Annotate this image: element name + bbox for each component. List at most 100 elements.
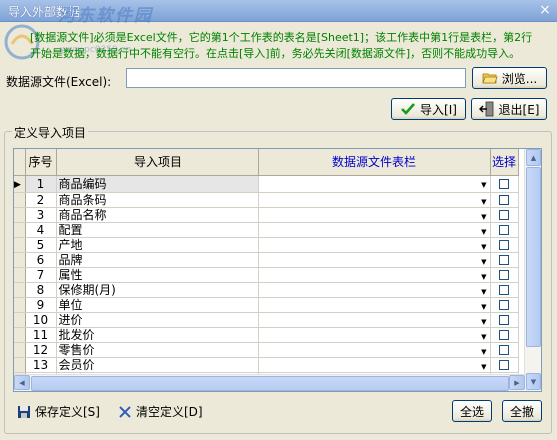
instruction-line-1: [数据源文件]必须是Excel文件，它的第1个工作表的表名是[Sheet1]；该… — [30, 31, 533, 44]
seq-column-header[interactable]: 序号 — [25, 149, 57, 176]
row-indicator — [14, 282, 26, 298]
scroll-right-icon[interactable]: ▶ — [509, 375, 525, 390]
row-seq: 9 — [25, 297, 57, 313]
select-all-button[interactable]: 全选 — [452, 400, 492, 422]
row-item: 商品编码 — [56, 175, 259, 193]
table-row[interactable]: 10 进价 ▼ — [14, 312, 519, 328]
row-source-select[interactable]: ▼ — [258, 252, 491, 268]
scroll-down-icon[interactable]: ▼ — [526, 373, 541, 390]
item-column-header[interactable]: 导入项目 — [56, 149, 259, 176]
table-row[interactable]: 8 保修期(月) ▼ — [14, 282, 519, 298]
source-file-label: 数据源文件(Excel): — [6, 75, 112, 89]
row-select-checkbox[interactable] — [499, 179, 509, 189]
row-select-checkbox[interactable] — [499, 210, 509, 220]
table-row[interactable]: 9 单位 ▼ — [14, 297, 519, 313]
table-row[interactable]: 7 属性 ▼ — [14, 267, 519, 283]
table-row[interactable]: 6 品牌 ▼ — [14, 252, 519, 268]
row-item: 会员价 — [56, 357, 259, 373]
row-select-checkbox[interactable] — [499, 255, 509, 265]
row-select-cell[interactable] — [490, 222, 519, 238]
table-row[interactable]: 2 商品条码 ▼ — [14, 192, 519, 208]
horizontal-scroll-thumb[interactable] — [31, 376, 509, 391]
row-item: 商品条码 — [56, 192, 259, 208]
clear-x-icon — [117, 404, 133, 420]
row-seq: 1 — [25, 175, 57, 193]
save-definition-button[interactable]: 保存定义[S] — [16, 403, 100, 420]
row-indicator — [14, 192, 26, 208]
row-select-checkbox[interactable] — [499, 225, 509, 235]
vertical-scrollbar[interactable]: ▲ ▼ — [524, 149, 541, 391]
row-select-cell[interactable] — [490, 192, 519, 208]
horizontal-scrollbar[interactable]: ◀ ▶ — [14, 374, 526, 391]
row-seq: 8 — [25, 282, 57, 298]
scroll-left-icon[interactable]: ◀ — [14, 375, 30, 390]
row-seq: 2 — [25, 192, 57, 208]
row-indicator — [14, 252, 26, 268]
row-select-checkbox[interactable] — [499, 195, 509, 205]
scroll-up-icon[interactable]: ▲ — [526, 149, 541, 166]
select-column-header[interactable]: 选择 — [490, 149, 519, 176]
row-source-select[interactable]: ▼ — [258, 312, 491, 328]
row-select-checkbox[interactable] — [499, 285, 509, 295]
row-indicator — [14, 312, 26, 328]
row-select-cell[interactable] — [490, 175, 519, 193]
row-source-select[interactable]: ▼ — [258, 297, 491, 313]
import-button[interactable]: 导入[I] — [391, 98, 466, 120]
row-select-cell[interactable] — [490, 207, 519, 223]
vertical-scroll-thumb[interactable] — [526, 167, 541, 347]
table-row[interactable]: 12 零售价 ▼ — [14, 342, 519, 358]
row-source-select[interactable]: ▼ — [258, 327, 491, 343]
row-select-cell[interactable] — [490, 327, 519, 343]
current-row-icon: ▶ — [14, 179, 21, 190]
deselect-all-button[interactable]: 全撤 — [502, 400, 542, 422]
close-button[interactable]: × — [537, 3, 553, 19]
watermark-text: 河东软件园 — [58, 6, 153, 26]
row-source-select[interactable]: ▼ — [258, 207, 491, 223]
table-row[interactable]: 3 商品名称 ▼ — [14, 207, 519, 223]
table-row[interactable]: 4 配置 ▼ — [14, 222, 519, 238]
row-select-checkbox[interactable] — [499, 270, 509, 280]
table-row[interactable]: 13 会员价 ▼ — [14, 357, 519, 373]
row-item: 品牌 — [56, 252, 259, 268]
checkmark-icon — [400, 101, 416, 117]
row-source-select[interactable]: ▼ — [258, 357, 491, 373]
row-select-checkbox[interactable] — [499, 300, 509, 310]
exit-door-icon — [478, 101, 495, 117]
row-source-select[interactable]: ▼ — [258, 237, 491, 253]
table-row[interactable]: ▶ 1 商品编码 ▼ — [14, 175, 519, 193]
row-select-checkbox[interactable] — [499, 360, 509, 370]
row-select-checkbox[interactable] — [499, 240, 509, 250]
clear-definition-button[interactable]: 清空定义[D] — [117, 403, 203, 420]
table-row[interactable]: 11 批发价 ▼ — [14, 327, 519, 343]
row-select-cell[interactable] — [490, 252, 519, 268]
row-select-cell[interactable] — [490, 267, 519, 283]
row-select-cell[interactable] — [490, 297, 519, 313]
row-source-select[interactable]: ▼ — [258, 175, 491, 193]
row-source-select[interactable]: ▼ — [258, 282, 491, 298]
source-column-header[interactable]: 数据源文件表栏 — [258, 149, 491, 176]
row-indicator — [14, 327, 26, 343]
row-select-cell[interactable] — [490, 282, 519, 298]
dropdown-arrow-icon[interactable]: ▼ — [481, 178, 486, 192]
source-file-input[interactable] — [126, 68, 466, 88]
row-select-cell[interactable] — [490, 357, 519, 373]
row-select-cell[interactable] — [490, 237, 519, 253]
row-source-select[interactable]: ▼ — [258, 192, 491, 208]
row-source-select[interactable]: ▼ — [258, 222, 491, 238]
row-item: 进价 — [56, 312, 259, 328]
browse-button[interactable]: 浏览... — [472, 67, 547, 89]
row-source-select[interactable]: ▼ — [258, 267, 491, 283]
import-items-grid[interactable]: 序号 导入项目 数据源文件表栏 选择 ▶ 1 商品编码 ▼ 2 商品条码 ▼ 3 商品名称 ▼ 4 配… — [13, 148, 542, 392]
row-select-checkbox[interactable] — [499, 345, 509, 355]
row-select-checkbox[interactable] — [499, 315, 509, 325]
row-select-cell[interactable] — [490, 312, 519, 328]
instruction-text: [数据源文件]必须是Excel文件，它的第1个工作表的表名是[Sheet1]；该… — [30, 30, 552, 62]
row-indicator — [14, 357, 26, 373]
row-select-checkbox[interactable] — [499, 330, 509, 340]
table-row[interactable]: 5 产地 ▼ — [14, 237, 519, 253]
row-source-select[interactable]: ▼ — [258, 342, 491, 358]
exit-button[interactable]: 退出[E] — [471, 98, 547, 120]
open-folder-icon — [482, 70, 498, 86]
row-indicator — [14, 222, 26, 238]
row-select-cell[interactable] — [490, 342, 519, 358]
